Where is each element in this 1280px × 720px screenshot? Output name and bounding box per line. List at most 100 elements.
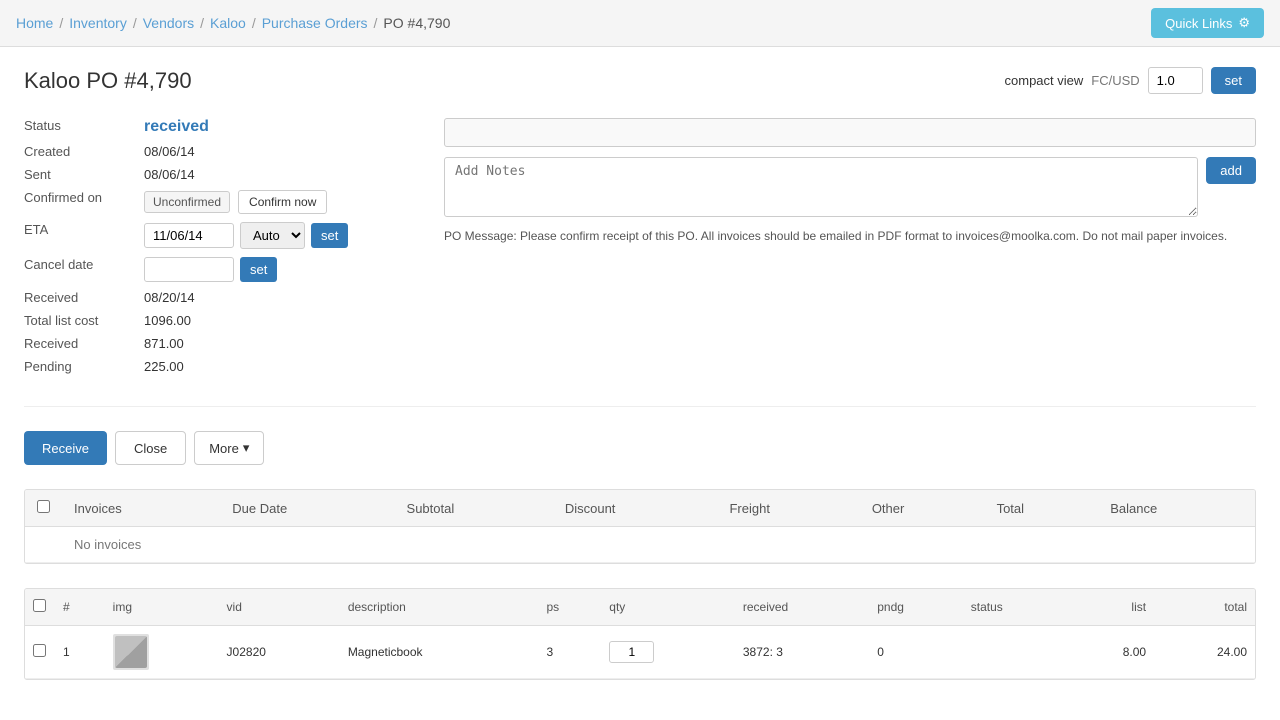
fc-usd-set-button[interactable]: set: [1211, 67, 1256, 94]
eta-input[interactable]: [144, 223, 234, 248]
items-col-pndg: pndg: [869, 589, 963, 626]
cancel-date-row: Cancel date set: [24, 257, 404, 282]
total-list-cost-value: 1096.00: [144, 313, 191, 328]
po-message: PO Message: Please confirm receipt of th…: [444, 227, 1256, 245]
search-input[interactable]: [444, 118, 1256, 147]
items-select-all-checkbox[interactable]: [33, 599, 46, 612]
top-nav: Home / Inventory / Vendors / Kaloo / Pur…: [0, 0, 1280, 47]
left-info: Status received Created 08/06/14 Sent 08…: [24, 118, 404, 382]
items-table-container: # img vid description ps qty received pn…: [24, 588, 1256, 680]
compact-view-label: compact view: [1005, 73, 1084, 88]
breadcrumb-current: PO #4,790: [383, 15, 450, 31]
items-select-all-col: [25, 589, 55, 626]
pending-label: Pending: [24, 359, 144, 374]
received-date-label: Received: [24, 290, 144, 305]
received-amount-label: Received: [24, 336, 144, 351]
item-description: Magneticbook: [340, 626, 539, 679]
invoices-col-invoices: Invoices: [62, 490, 220, 527]
item-num: 1: [55, 626, 105, 679]
add-notes-button[interactable]: add: [1206, 157, 1256, 184]
eta-row: ETA Auto set: [24, 222, 404, 249]
page-header: Kaloo PO #4,790 compact view FC/USD set: [24, 67, 1256, 94]
received-date-row: Received 08/20/14: [24, 290, 404, 305]
view-controls: compact view FC/USD set: [1005, 67, 1256, 94]
page-title: Kaloo PO #4,790: [24, 68, 192, 94]
no-invoices-text: No invoices: [62, 527, 1255, 563]
invoices-select-all-checkbox[interactable]: [37, 500, 50, 513]
eta-set-button[interactable]: set: [311, 223, 348, 248]
eta-select[interactable]: Auto: [240, 222, 305, 249]
notes-textarea[interactable]: [444, 157, 1198, 217]
invoices-col-subtotal: Subtotal: [395, 490, 553, 527]
confirmed-controls: Unconfirmed Confirm now: [144, 190, 327, 214]
close-button[interactable]: Close: [115, 431, 186, 465]
items-col-status: status: [963, 589, 1068, 626]
invoices-col-freight: Freight: [717, 490, 859, 527]
cancel-date-label: Cancel date: [24, 257, 144, 272]
breadcrumb-kaloo[interactable]: Kaloo: [210, 15, 246, 31]
confirm-now-button[interactable]: Confirm now: [238, 190, 327, 214]
items-section: # img vid description ps qty received pn…: [24, 588, 1256, 680]
invoices-table: Invoices Due Date Subtotal Discount Frei…: [25, 490, 1255, 563]
items-col-list: list: [1068, 589, 1154, 626]
confirmed-row: Confirmed on Unconfirmed Confirm now: [24, 190, 404, 214]
breadcrumb-sep1: /: [59, 15, 63, 31]
item-vid: J02820: [219, 626, 340, 679]
total-list-cost-label: Total list cost: [24, 313, 144, 328]
invoices-header-row: Invoices Due Date Subtotal Discount Frei…: [25, 490, 1255, 527]
received-amount-row: Received 871.00: [24, 336, 404, 351]
pending-row: Pending 225.00: [24, 359, 404, 374]
breadcrumb-sep2: /: [133, 15, 137, 31]
quick-links-button[interactable]: Quick Links ⚙: [1151, 8, 1264, 38]
items-col-ps: ps: [538, 589, 601, 626]
item-checkbox[interactable]: [33, 644, 46, 657]
table-row: 1 J02820 Magneticbook 3 3872: 3: [25, 626, 1255, 679]
breadcrumb-home[interactable]: Home: [16, 15, 53, 31]
items-col-img: img: [105, 589, 219, 626]
breadcrumb: Home / Inventory / Vendors / Kaloo / Pur…: [16, 15, 450, 31]
items-col-vid: vid: [219, 589, 340, 626]
item-qty-input[interactable]: [609, 641, 654, 663]
item-image-thumb: [115, 636, 147, 668]
cancel-date-controls: set: [144, 257, 277, 282]
confirmed-label: Confirmed on: [24, 190, 144, 205]
eta-controls: Auto set: [144, 222, 348, 249]
status-label: Status: [24, 118, 144, 133]
fc-usd-input[interactable]: [1148, 67, 1203, 94]
unconfirmed-badge: Unconfirmed: [144, 191, 230, 213]
items-col-description: description: [340, 589, 539, 626]
invoices-table-container: Invoices Due Date Subtotal Discount Frei…: [24, 489, 1256, 564]
breadcrumb-sep3: /: [200, 15, 204, 31]
item-status: [963, 626, 1068, 679]
sent-value: 08/06/14: [144, 167, 195, 182]
invoices-col-balance: Balance: [1098, 490, 1255, 527]
breadcrumb-purchase-orders[interactable]: Purchase Orders: [262, 15, 368, 31]
fc-usd-label: FC/USD: [1091, 73, 1139, 88]
info-section: Status received Created 08/06/14 Sent 08…: [24, 118, 1256, 407]
created-row: Created 08/06/14: [24, 144, 404, 159]
item-total: 24.00: [1154, 626, 1255, 679]
sent-label: Sent: [24, 167, 144, 182]
more-button[interactable]: More ▾: [194, 431, 264, 465]
invoices-select-all-col: [25, 490, 62, 527]
item-pndg: 0: [869, 626, 963, 679]
receive-button[interactable]: Receive: [24, 431, 107, 465]
status-row: Status received: [24, 118, 404, 136]
pending-value: 225.00: [144, 359, 184, 374]
item-received: 3872: 3: [735, 626, 869, 679]
items-header-row: # img vid description ps qty received pn…: [25, 589, 1255, 626]
cancel-date-input[interactable]: [144, 257, 234, 282]
main-content: Kaloo PO #4,790 compact view FC/USD set …: [0, 47, 1280, 700]
quick-links-label: Quick Links: [1165, 16, 1232, 31]
items-table: # img vid description ps qty received pn…: [25, 589, 1255, 679]
received-amount-value: 871.00: [144, 336, 184, 351]
breadcrumb-inventory[interactable]: Inventory: [69, 15, 127, 31]
notes-row: add: [444, 157, 1256, 217]
item-img-col: [105, 626, 219, 679]
cancel-set-button[interactable]: set: [240, 257, 277, 282]
created-value: 08/06/14: [144, 144, 195, 159]
items-col-total: total: [1154, 589, 1255, 626]
item-qty-col: [601, 626, 735, 679]
gear-icon: ⚙: [1238, 15, 1250, 31]
breadcrumb-vendors[interactable]: Vendors: [143, 15, 194, 31]
